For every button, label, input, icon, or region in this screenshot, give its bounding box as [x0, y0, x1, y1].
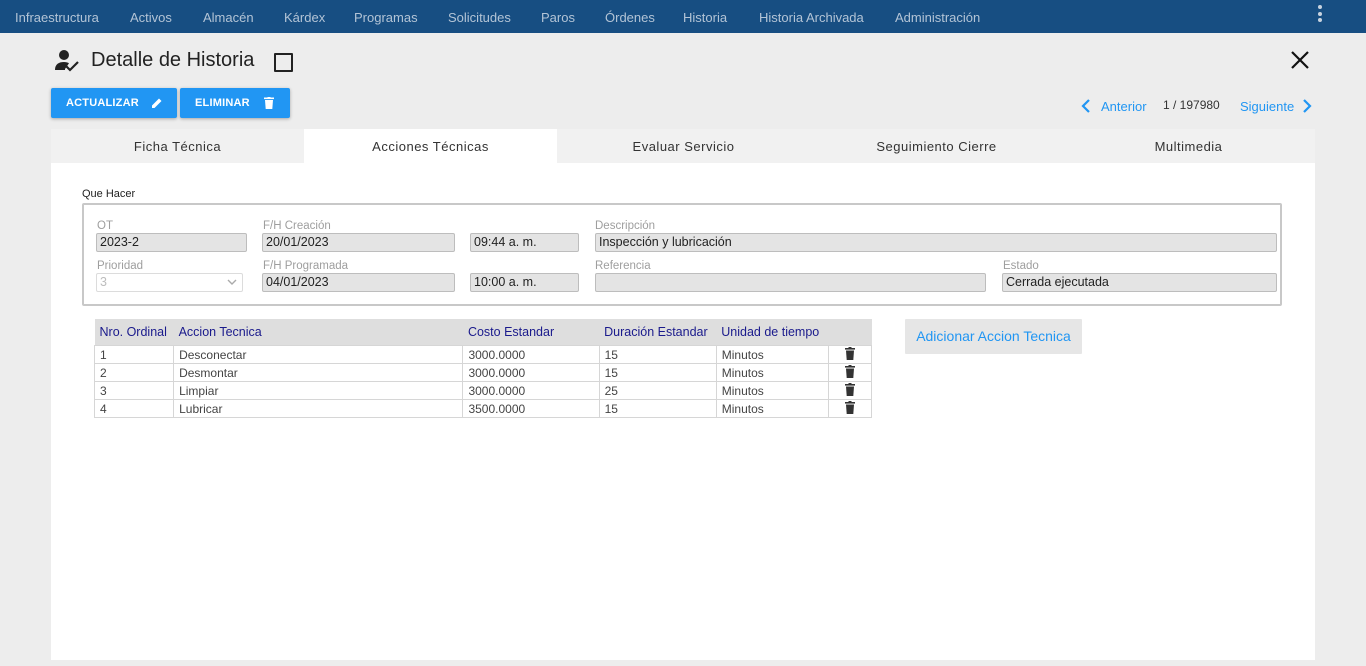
- cell-duracion: 15: [598, 399, 717, 418]
- cell-ordinal: 2: [93, 363, 175, 382]
- nav-item-activos[interactable]: Activos: [130, 0, 172, 33]
- delete-row-button[interactable]: [827, 399, 873, 418]
- nav-item-infraestructura[interactable]: Infraestructura: [15, 0, 99, 33]
- descripcion-field[interactable]: Inspección y lubricación: [595, 233, 1277, 252]
- estado-field[interactable]: Cerrada ejecutada: [1002, 273, 1277, 292]
- page-title: Detalle de Historia: [91, 49, 255, 71]
- cell-costo: 3000.0000: [462, 381, 600, 400]
- kebab-menu-icon[interactable]: [1317, 5, 1323, 25]
- chevron-right-icon: [1303, 99, 1312, 113]
- tab-evaluar-servicio[interactable]: Evaluar Servicio: [557, 129, 810, 163]
- col-actions: [828, 319, 872, 346]
- que-hacer-fieldset: OT F/H Creación Descripción 2023-2 20/01…: [82, 203, 1282, 306]
- fieldset-legend: Que Hacer: [82, 188, 136, 200]
- prioridad-value: 3: [100, 275, 107, 289]
- tab-ficha-tecnica[interactable]: Ficha Técnica: [51, 129, 304, 163]
- delete-row-button[interactable]: [827, 381, 873, 400]
- table-header-row: Nro. Ordinal Accion Tecnica Costo Estand…: [94, 319, 872, 346]
- cell-accion: Desmontar: [173, 363, 464, 382]
- delete-row-button[interactable]: [827, 363, 873, 382]
- pager-count: 1 / 197980: [1163, 98, 1220, 112]
- add-accion-tecnica-button[interactable]: Adicionar Accion Tecnica: [905, 319, 1082, 354]
- delete-row-button[interactable]: [827, 345, 873, 364]
- nav-item-solicitudes[interactable]: Solicitudes: [448, 0, 511, 33]
- prioridad-select[interactable]: 3: [96, 273, 243, 292]
- cell-duracion: 25: [598, 381, 717, 400]
- trash-icon: [844, 400, 855, 414]
- referencia-label: Referencia: [595, 260, 651, 272]
- chevron-down-icon: [227, 279, 237, 285]
- col-nro-ordinal[interactable]: Nro. Ordinal: [94, 319, 174, 346]
- fh-creacion-date-field[interactable]: 20/01/2023: [262, 233, 455, 252]
- tab-multimedia[interactable]: Multimedia: [1062, 129, 1315, 163]
- descripcion-label: Descripción: [595, 220, 656, 232]
- detail-card: Ficha Técnica Acciones Técnicas Evaluar …: [51, 129, 1315, 660]
- chevron-left-icon: [1081, 99, 1090, 113]
- tab-acciones-tecnicas[interactable]: Acciones Técnicas: [304, 129, 557, 163]
- eliminar-label: ELIMINAR: [195, 97, 250, 109]
- cell-duracion: 15: [598, 363, 717, 382]
- tab-seguimiento-cierre[interactable]: Seguimiento Cierre: [810, 129, 1063, 163]
- cell-ordinal: 4: [93, 399, 175, 418]
- col-accion-tecnica[interactable]: Accion Tecnica: [173, 319, 463, 346]
- estado-label: Estado: [1003, 260, 1039, 272]
- table-row[interactable]: 1 Desconectar 3000.0000 15 Minutos: [93, 345, 873, 364]
- cell-ordinal: 3: [93, 381, 175, 400]
- table-row[interactable]: 3 Limpiar 3000.0000 25 Minutos: [93, 381, 873, 400]
- fh-creacion-time-field[interactable]: 09:44 a. m.: [470, 233, 579, 252]
- nav-item-historia[interactable]: Historia: [683, 0, 727, 33]
- acciones-table: Nro. Ordinal Accion Tecnica Costo Estand…: [93, 319, 873, 418]
- cell-duracion: 15: [598, 345, 717, 364]
- fh-programada-date-field[interactable]: 04/01/2023: [262, 273, 455, 292]
- cell-accion: Lubricar: [173, 399, 464, 418]
- col-costo-estandar[interactable]: Costo Estandar: [462, 319, 600, 346]
- cell-costo: 3500.0000: [462, 399, 600, 418]
- nav-item-historia-archivada[interactable]: Historia Archivada: [759, 0, 864, 33]
- person-check-icon: [54, 49, 80, 78]
- referencia-field[interactable]: [595, 273, 986, 292]
- ot-field[interactable]: 2023-2: [96, 233, 247, 252]
- top-nav: Infraestructura Activos Almacén Kárdex P…: [0, 0, 1366, 33]
- table-row[interactable]: 2 Desmontar 3000.0000 15 Minutos: [93, 363, 873, 382]
- title-checkbox[interactable]: [274, 53, 293, 72]
- close-icon[interactable]: [1290, 50, 1310, 70]
- fh-creacion-label: F/H Creación: [263, 220, 331, 232]
- table-row[interactable]: 4 Lubricar 3500.0000 15 Minutos: [93, 399, 873, 418]
- actualizar-label: ACTUALIZAR: [66, 97, 139, 109]
- cell-unidad: Minutos: [715, 381, 829, 400]
- trash-icon: [844, 382, 855, 396]
- nav-item-paros[interactable]: Paros: [541, 0, 575, 33]
- col-unidad-tiempo[interactable]: Unidad de tiempo: [716, 319, 829, 346]
- cell-unidad: Minutos: [715, 345, 829, 364]
- prioridad-label: Prioridad: [97, 260, 144, 272]
- trash-icon: [844, 346, 855, 360]
- pager-prev-label: Anterior: [1101, 98, 1147, 114]
- pager-prev[interactable]: Anterior: [1079, 97, 1147, 115]
- tab-bar: Ficha Técnica Acciones Técnicas Evaluar …: [51, 129, 1315, 163]
- fh-programada-label: F/H Programada: [263, 260, 349, 272]
- nav-item-almacen[interactable]: Almacén: [203, 0, 254, 33]
- cell-accion: Desconectar: [173, 345, 464, 364]
- nav-item-administracion[interactable]: Administración: [895, 0, 980, 33]
- pager-next[interactable]: Siguiente: [1240, 97, 1314, 115]
- cell-unidad: Minutos: [715, 399, 829, 418]
- trash-icon: [844, 364, 855, 378]
- cell-costo: 3000.0000: [462, 345, 600, 364]
- fh-programada-time-field[interactable]: 10:00 a. m.: [470, 273, 579, 292]
- cell-ordinal: 1: [93, 345, 175, 364]
- eliminar-button[interactable]: ELIMINAR: [180, 88, 290, 118]
- nav-item-ordenes[interactable]: Órdenes: [605, 0, 655, 33]
- nav-item-kardex[interactable]: Kárdex: [284, 0, 325, 33]
- col-duracion-estandar[interactable]: Duración Estandar: [599, 319, 717, 346]
- trash-icon: [264, 97, 274, 109]
- ot-label: OT: [97, 220, 113, 232]
- actualizar-button[interactable]: ACTUALIZAR: [51, 88, 177, 118]
- pencil-icon: [151, 97, 163, 109]
- nav-item-programas[interactable]: Programas: [354, 0, 418, 33]
- cell-costo: 3000.0000: [462, 363, 600, 382]
- pager-next-label: Siguiente: [1240, 98, 1295, 114]
- cell-accion: Limpiar: [173, 381, 464, 400]
- cell-unidad: Minutos: [715, 363, 829, 382]
